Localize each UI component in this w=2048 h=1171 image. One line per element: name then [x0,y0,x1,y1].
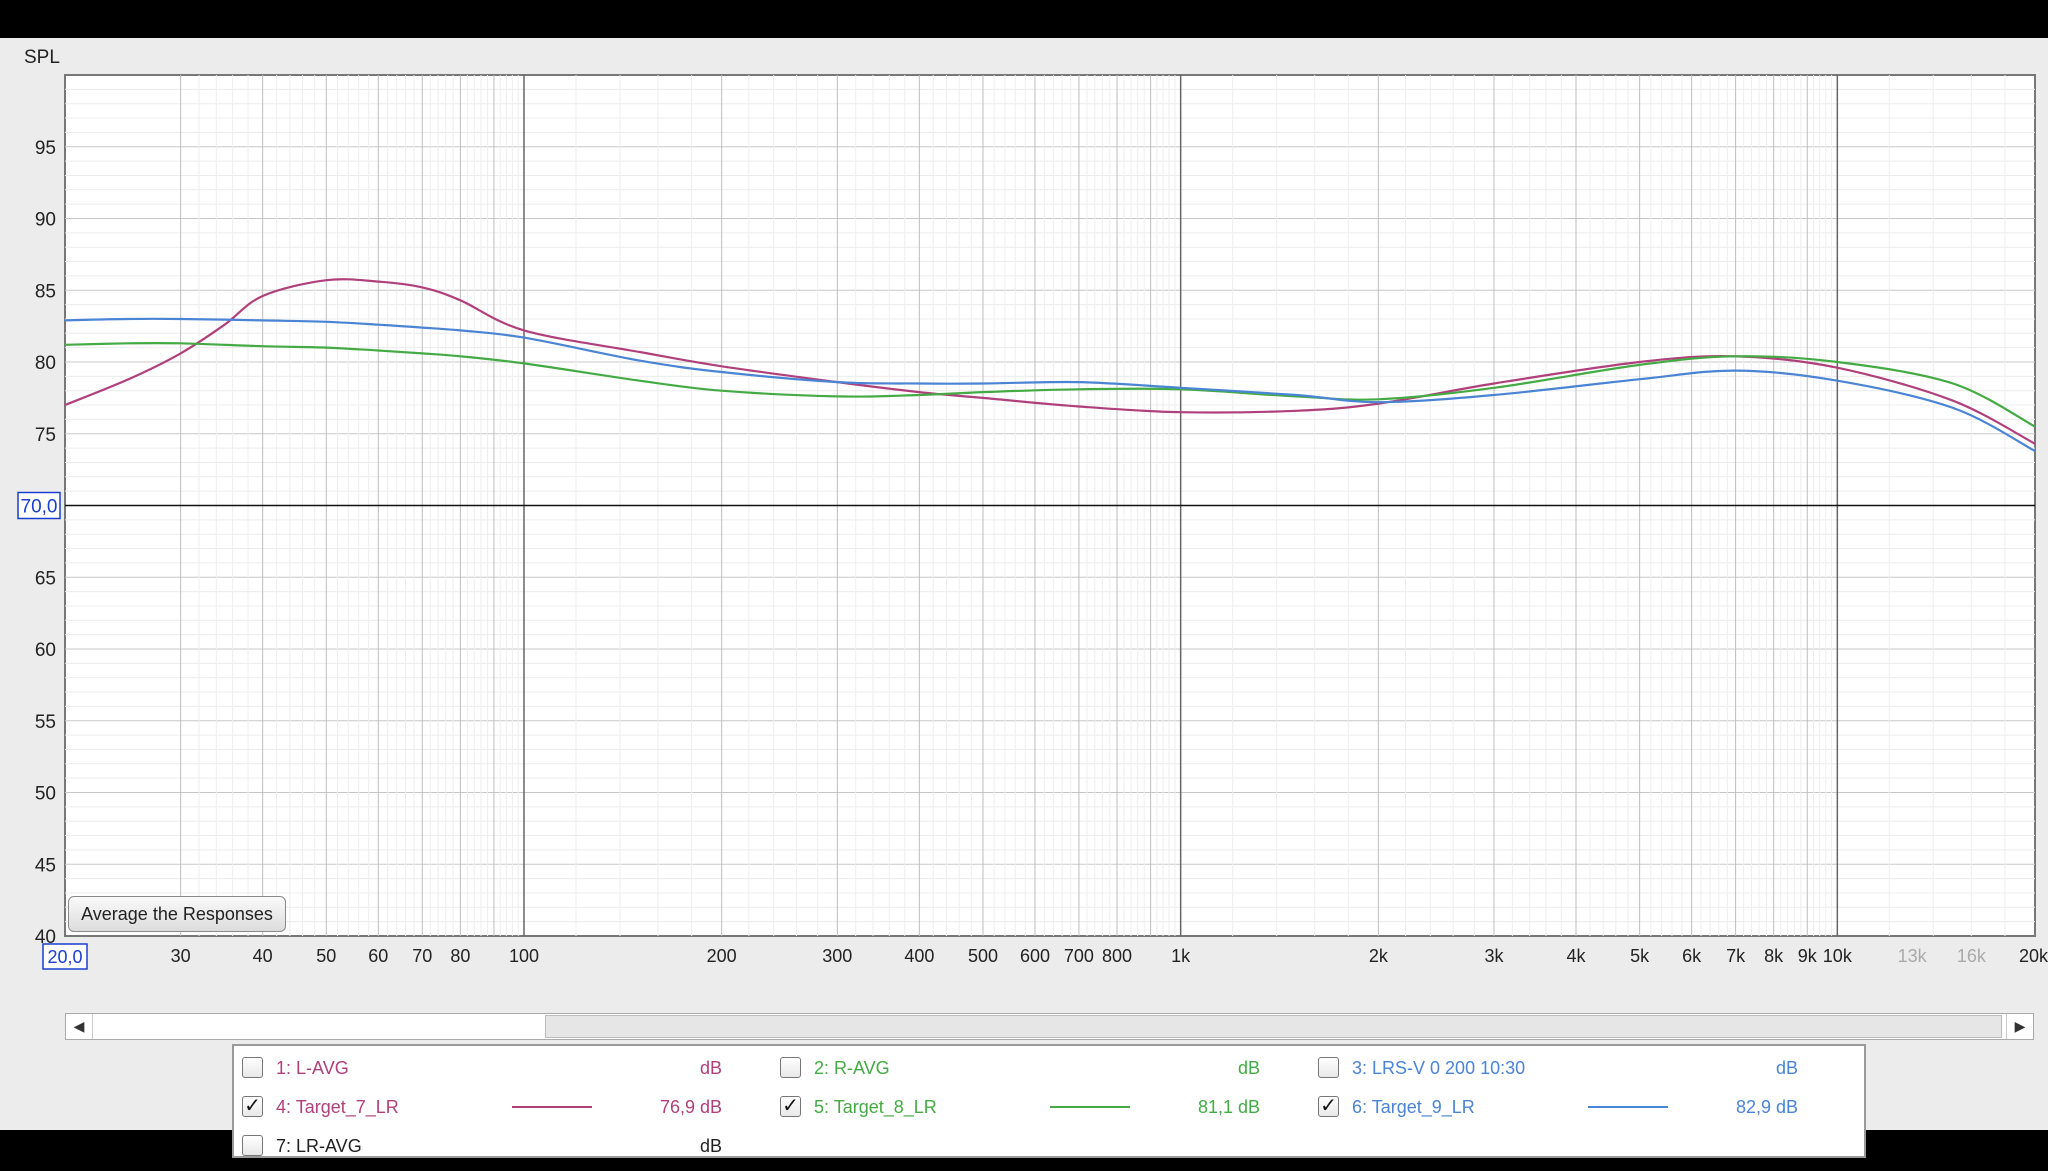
x-tick-label: 5k [1630,946,1650,966]
y-tick-label: 85 [35,281,56,302]
measurement-legend: 1: L-AVG dB 2: R-AVG dB 3: LRS-V 0 200 1… [232,1044,1866,1158]
legend-item-value: 81,1 dB [1197,1097,1260,1117]
x-tick-label: 1k [1171,946,1191,966]
rew-spl-graph-window: SPL 40 45 50 55 60 65 75 80 85 90 95 70,0 30 40 50 60 70 8… [0,38,2048,1158]
x-tick-label: 4k [1567,946,1587,966]
x-tick-label: 20kHz [2019,946,2048,966]
scrollbar-thumb[interactable] [545,1015,2002,1038]
x-tick-label: 30 [171,946,191,966]
checkbox[interactable]: ✓ [1318,1096,1339,1117]
x-tick-label: 500 [968,946,998,966]
y-tick-label: 45 [35,855,56,876]
y-tick-label: 60 [35,640,56,661]
y-axis-title: SPL [24,47,60,68]
x-tick-label: 13k [1898,946,1928,966]
checkbox[interactable] [780,1057,801,1078]
legend-item[interactable]: ✓ 4: Target_7_LR 76,9 dB [242,1093,742,1121]
scroll-left-icon[interactable]: ◀ [66,1014,93,1039]
legend-item-name: 2: R-AVG [814,1058,890,1078]
y-tick-label: 90 [35,210,56,231]
legend-item-name: 3: LRS-V 0 200 10:30 [1352,1058,1526,1078]
legend-item[interactable]: 7: LR-AVG dB [242,1132,742,1160]
legend-item-value: dB [1775,1058,1798,1078]
y-tick-label: 65 [35,568,56,589]
x-tick-label: 6k [1682,946,1702,966]
x-tick-label: 40 [253,946,273,966]
checkbox[interactable]: ✓ [780,1096,801,1117]
legend-item[interactable]: 1: L-AVG dB [242,1054,742,1082]
legend-item[interactable]: 2: R-AVG dB [780,1054,1280,1082]
x-tick-label: 80 [450,946,470,966]
legend-item[interactable]: ✓ 6: Target_9_LR 82,9 dB [1318,1093,1818,1121]
x-tick-label: 200 [707,946,737,966]
x-tick-label: 400 [904,946,934,966]
x-tick-label: 100 [509,946,539,966]
legend-item-name: 1: L-AVG [276,1058,349,1078]
legend-item-value: 82,9 dB [1735,1097,1798,1117]
legend-line-swatch [1588,1106,1668,1108]
x-tick-label: 7k [1726,946,1746,966]
x-tick-label: 800 [1102,946,1132,966]
x-tick-label: 600 [1020,946,1050,966]
average-responses-button[interactable]: Average the Responses [68,896,286,932]
x-tick-label: 300 [822,946,852,966]
x-tick-label: 10k [1823,946,1853,966]
x-tick-label: 16k [1957,946,1987,966]
y-tick-label: 75 [35,425,56,446]
legend-item[interactable]: ✓ 5: Target_8_LR 81,1 dB [780,1093,1280,1121]
scroll-right-icon[interactable]: ▶ [2006,1014,2033,1039]
y-cursor-value: 70,0 [21,497,58,518]
checkbox[interactable] [1318,1057,1339,1078]
y-tick-label: 80 [35,353,56,374]
x-tick-label: 9k [1798,946,1818,966]
y-tick-label: 95 [35,138,56,159]
legend-item-name: 5: Target_8_LR [814,1097,937,1117]
legend-item[interactable]: 3: LRS-V 0 200 10:30 dB [1318,1054,1818,1082]
y-tick-label: 55 [35,712,56,733]
legend-item-value: 76,9 dB [659,1097,722,1117]
x-tick-label: 50 [316,946,336,966]
x-tick-label: 700 [1064,946,1094,966]
legend-line-swatch [512,1106,592,1108]
legend-item-name: 4: Target_7_LR [276,1097,399,1117]
checkbox[interactable] [242,1057,263,1078]
x-tick-label: 8k [1764,946,1784,966]
frequency-scrollbar[interactable]: ◀ ▶ [65,1013,2034,1040]
legend-item-value: dB [699,1058,722,1078]
legend-item-value: dB [1237,1058,1260,1078]
y-tick-label: 50 [35,784,56,805]
x-cursor-value: 20,0 [47,947,82,967]
x-tick-label: 2k [1369,946,1389,966]
x-tick-label: 60 [368,946,388,966]
checkbox[interactable]: ✓ [242,1096,263,1117]
legend-item-value: dB [699,1136,722,1156]
legend-item-name: 7: LR-AVG [276,1136,362,1156]
legend-item-name: 6: Target_9_LR [1352,1097,1475,1117]
x-tick-label: 3k [1484,946,1504,966]
checkbox[interactable] [242,1135,263,1156]
spl-chart[interactable]: SPL404550556065758085909570,030 40 50 60 70 8… [0,38,2048,998]
legend-line-swatch [1050,1106,1130,1108]
x-tick-label: 70 [412,946,432,966]
